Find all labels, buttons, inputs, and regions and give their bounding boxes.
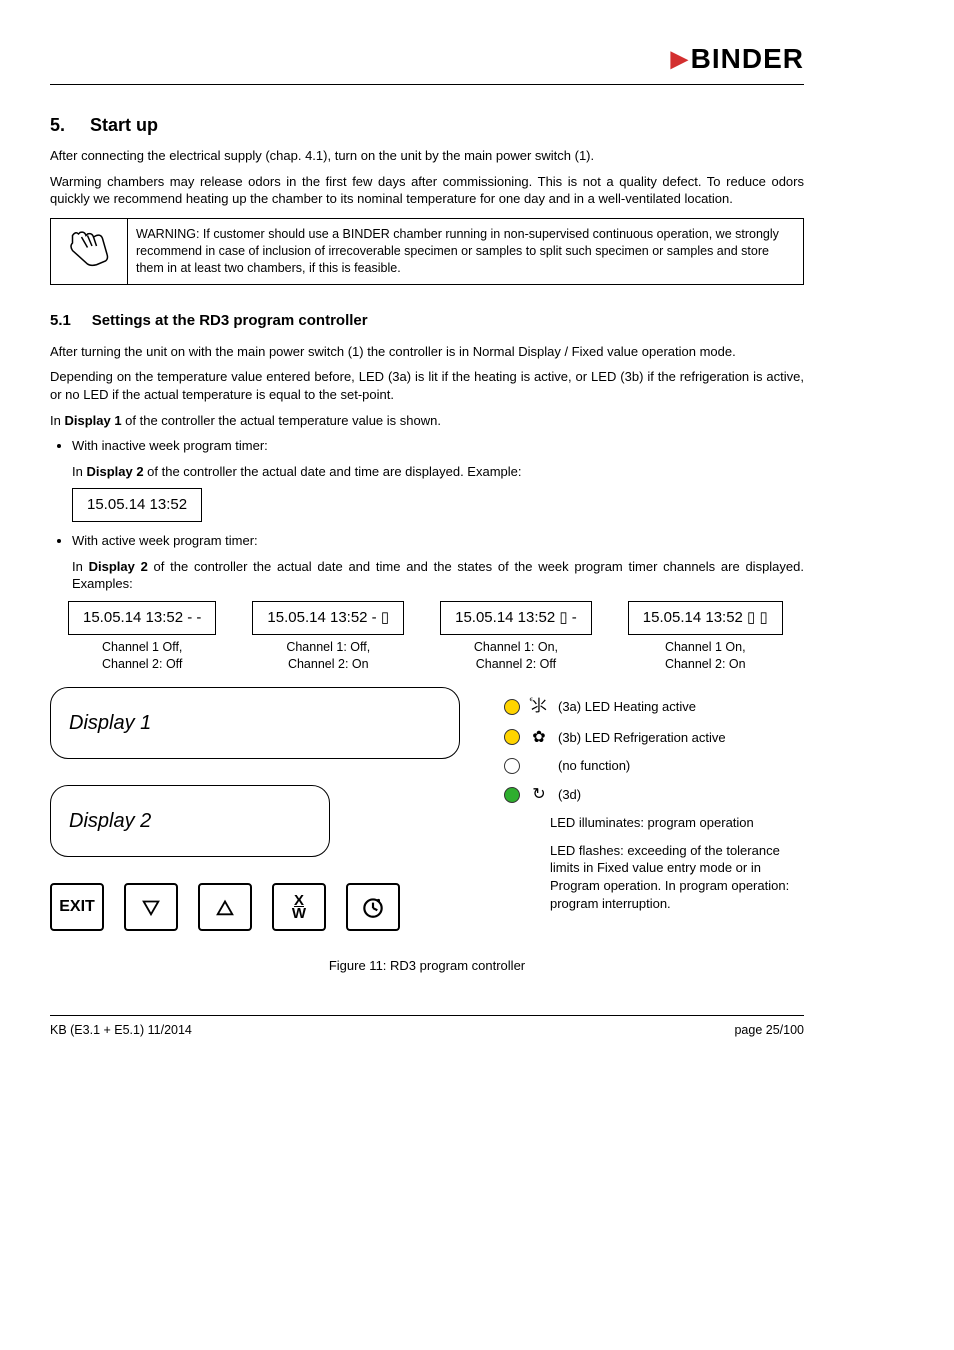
- section-title: Start up: [90, 115, 158, 135]
- exit-button[interactable]: EXIT: [50, 883, 104, 931]
- gear-icon: ✿: [530, 727, 548, 749]
- section-heading: 5. Start up: [50, 113, 804, 137]
- triangle-up-icon: [214, 896, 236, 918]
- example-1-box: 15.05.14 13:52 - -: [68, 601, 216, 635]
- example-4: 15.05.14 13:52 ▯ ▯ Channel 1 On,Channel …: [628, 601, 783, 673]
- examples-row: 15.05.14 13:52 - - Channel 1 Off,Channel…: [68, 601, 804, 673]
- example-4-box: 15.05.14 13:52 ▯ ▯: [628, 601, 783, 635]
- bullet1-sub: In Display 2 of the controller the actua…: [72, 463, 804, 481]
- led-3d-note2: LED flashes: exceeding of the tolerance …: [550, 842, 804, 912]
- led-3d-note1: LED illuminates: program operation: [550, 814, 804, 832]
- intro-p2: Warming chambers may release odors in th…: [50, 173, 804, 208]
- subsection-title: Settings at the RD3 program controller: [92, 312, 368, 329]
- logo-triangle-icon: ▶: [671, 44, 689, 74]
- sub-p2: Depending on the temperature value enter…: [50, 368, 804, 403]
- brand-text: BINDER: [691, 40, 804, 78]
- example-box-single: 15.05.14 13:52: [72, 488, 202, 522]
- example-3: 15.05.14 13:52 ▯ - Channel 1: On,Channel…: [440, 601, 592, 673]
- bullet-active-timer: With active week program timer: In Displ…: [72, 532, 804, 593]
- led-3b-label: (3b) LED Refrigeration active: [558, 729, 726, 747]
- led-yellow-icon: [504, 699, 520, 715]
- led-green-icon: [504, 787, 520, 803]
- bullet2-sub: In Display 2 of the controller the actua…: [72, 558, 804, 593]
- example-2: 15.05.14 13:52 - ▯ Channel 1: Off,Channe…: [252, 601, 404, 673]
- footer-left: KB (E3.1 + E5.1) 11/2014: [50, 1022, 192, 1039]
- led-3b-row: ✿ (3b) LED Refrigeration active: [504, 727, 804, 749]
- display-1-panel: Display 1: [50, 687, 460, 759]
- led-3a-row: ꙴ⺢ (3a) LED Heating active: [504, 696, 804, 718]
- warning-box: WARNING: If customer should use a BINDER…: [50, 218, 804, 285]
- page-footer: KB (E3.1 + E5.1) 11/2014 page 25/100: [50, 1022, 804, 1039]
- example-1: 15.05.14 13:52 - - Channel 1 Off,Channel…: [68, 601, 216, 673]
- intro-p1: After connecting the electrical supply (…: [50, 147, 804, 165]
- subsection-number: 5.1: [50, 312, 71, 329]
- clock-button[interactable]: [346, 883, 400, 931]
- display-2-panel: Display 2: [50, 785, 330, 857]
- subsection-heading: 5.1 Settings at the RD3 program controll…: [50, 311, 804, 331]
- triangle-down-icon: [140, 896, 162, 918]
- bullet-inactive-timer: With inactive week program timer: In Dis…: [72, 437, 804, 522]
- brand-logo: ▶ BINDER: [671, 40, 804, 78]
- led-3d-row: ↻ (3d): [504, 784, 804, 806]
- footer-rule: [50, 1015, 804, 1016]
- led-3d-label: (3d): [558, 786, 581, 804]
- up-button[interactable]: [198, 883, 252, 931]
- warning-icon-cell: [51, 218, 128, 284]
- heating-icon: ꙴ⺢: [530, 696, 548, 718]
- example-2-box: 15.05.14 13:52 - ▯: [252, 601, 404, 635]
- figure-caption: Figure 11: RD3 program controller: [50, 957, 804, 975]
- section-number: 5.: [50, 115, 65, 135]
- controller-diagram: Display 1 Display 2 EXIT XW: [50, 687, 804, 931]
- header-rule: [50, 84, 804, 85]
- led-nofunc-label: (no function): [558, 757, 630, 775]
- button-row: EXIT XW: [50, 883, 480, 931]
- example-3-box: 15.05.14 13:52 ▯ -: [440, 601, 592, 635]
- led-3a-label: (3a) LED Heating active: [558, 698, 696, 716]
- sub-p3: In Display 1 of the controller the actua…: [50, 412, 804, 430]
- warning-text: WARNING: If customer should use a BINDER…: [128, 218, 804, 284]
- footer-right: page 25/100: [734, 1022, 804, 1039]
- led-yellow-icon: [504, 729, 520, 745]
- clock-small-icon: ↻: [530, 784, 548, 806]
- down-button[interactable]: [124, 883, 178, 931]
- header-logo-row: ▶ BINDER: [50, 40, 804, 78]
- led-off-icon: [504, 758, 520, 774]
- hand-pointer-icon: [65, 225, 113, 273]
- clock-icon: [360, 894, 386, 920]
- sub-p1: After turning the unit on with the main …: [50, 343, 804, 361]
- xw-button[interactable]: XW: [272, 883, 326, 931]
- led-nofunc-row: (no function): [504, 757, 804, 775]
